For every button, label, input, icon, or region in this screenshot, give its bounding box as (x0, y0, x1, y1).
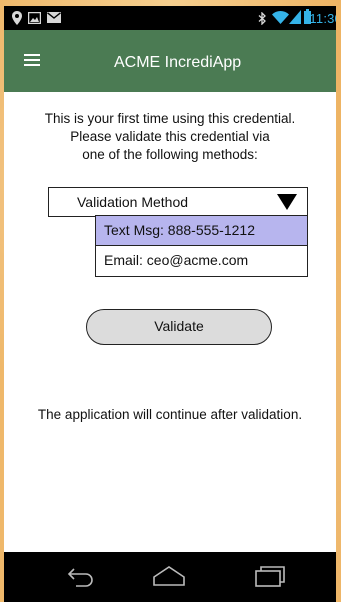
recent-apps-icon[interactable] (254, 565, 286, 587)
location-pin-icon (12, 11, 22, 25)
signal-icon (289, 10, 301, 24)
intro-line: This is your first time using this crede… (44, 111, 296, 126)
main-content: This is your first time using this crede… (4, 92, 336, 552)
status-time: 11:30 (309, 11, 336, 26)
hamburger-menu-icon[interactable] (24, 54, 40, 66)
app-bar: ACME IncrediApp (4, 30, 336, 92)
continue-message: The application will continue after vali… (37, 407, 303, 422)
mail-icon (47, 12, 61, 23)
validation-method-dropdown[interactable]: Validation Method (48, 187, 308, 217)
app-title: ACME IncrediApp (114, 54, 242, 71)
wifi-icon (272, 10, 289, 24)
option-text-msg[interactable]: Text Msg: 888-555-1212 (95, 215, 308, 247)
bluetooth-icon (258, 12, 266, 25)
image-icon (28, 12, 41, 24)
back-icon[interactable] (66, 565, 94, 587)
intro-line: one of the following methods: (82, 147, 258, 162)
intro-line: Please validate this credential via (70, 129, 270, 144)
navigation-bar (4, 552, 336, 602)
triangle-down-icon[interactable] (277, 194, 297, 210)
home-icon[interactable] (152, 565, 186, 587)
intro-message: This is your first time using this crede… (4, 110, 336, 164)
validate-button[interactable]: Validate (86, 309, 272, 345)
phone-frame: 11:30 ACME IncrediApp This is your first… (4, 6, 336, 602)
dropdown-label: Validation Method (77, 194, 189, 210)
option-email[interactable]: Email: ceo@acme.com (95, 245, 308, 277)
status-bar: 11:30 (4, 6, 336, 30)
